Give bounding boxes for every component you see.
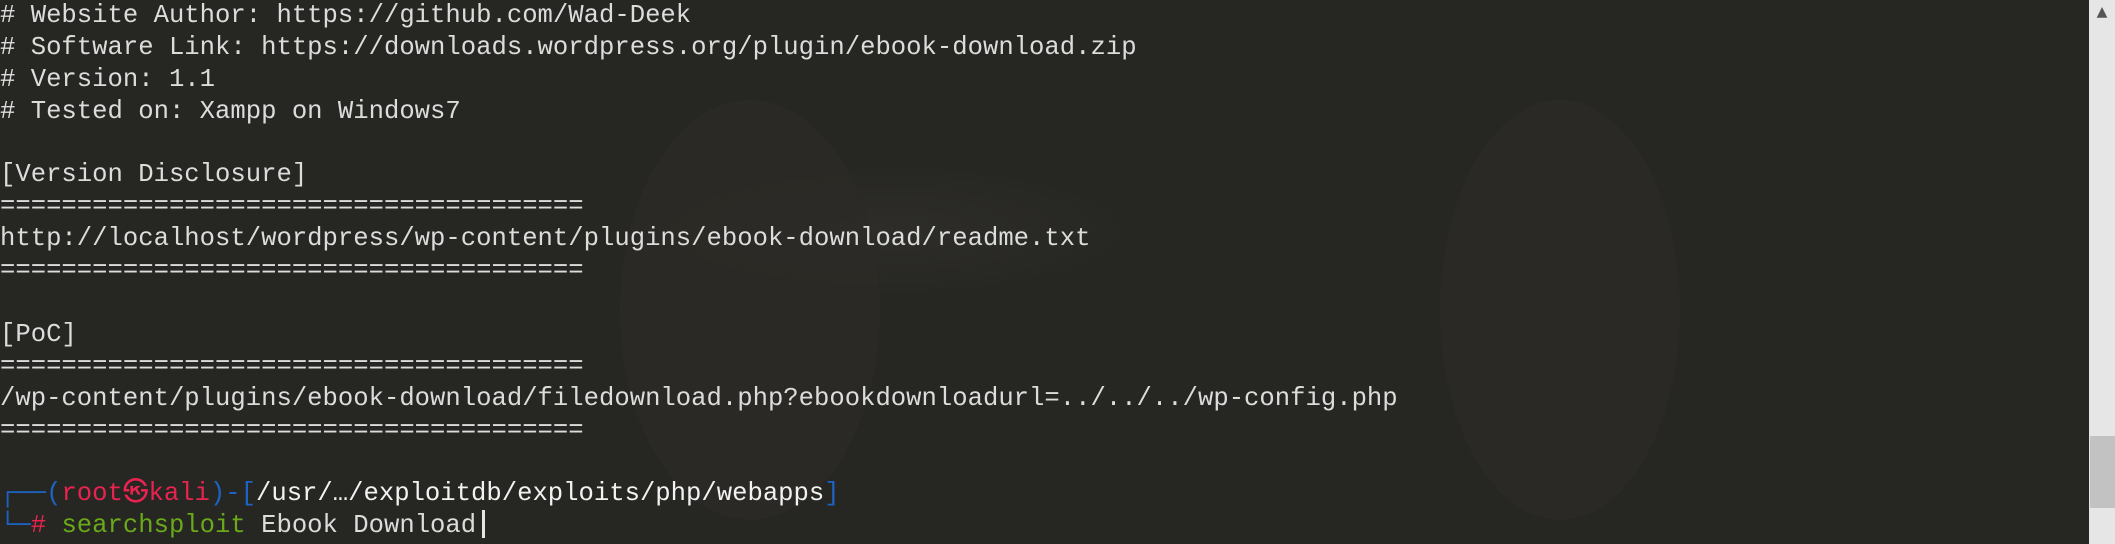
prompt-bracket: ]	[824, 479, 840, 509]
terminal-output: # Website Author: https://github.com/Wad…	[0, 0, 1398, 542]
output-line: http://localhost/wordpress/wp-content/pl…	[0, 224, 1091, 254]
output-line: [Version Disclosure]	[0, 160, 308, 190]
output-line: # Tested on: Xampp on Windows7	[0, 96, 461, 126]
terminal-window[interactable]: # Website Author: https://github.com/Wad…	[0, 0, 2089, 544]
prompt-hash: #	[30, 511, 47, 541]
scroll-up-arrow-icon[interactable]: ▲	[2089, 0, 2115, 26]
command-input-line[interactable]: └─# searchsploit Ebook Download	[0, 510, 1398, 542]
command-args: Ebook Download	[261, 511, 477, 541]
prompt-user-host: root㉿kali	[61, 479, 210, 509]
output-line: ======================================	[0, 192, 584, 222]
prompt-corner: └─	[0, 511, 31, 541]
scrollbar-thumb[interactable]	[2090, 436, 2115, 508]
background-wallpaper	[1440, 100, 1680, 520]
output-line: # Software Link: https://downloads.wordp…	[0, 32, 1137, 62]
prompt-separator: )-[	[209, 479, 256, 509]
prompt-cwd: /usr/…/exploitdb/exploits/php/webapps	[255, 479, 825, 509]
vertical-scrollbar[interactable]: ▲	[2089, 0, 2115, 544]
text-cursor	[482, 510, 486, 539]
command-name: searchsploit	[61, 511, 246, 541]
output-line: ======================================	[0, 415, 584, 445]
prompt-corner: ┌──(	[0, 479, 62, 509]
output-line: [PoC]	[0, 319, 77, 349]
output-line: # Website Author: https://github.com/Wad…	[0, 1, 692, 30]
prompt-line: ┌──(root㉿kali)-[/usr/…/exploitdb/exploit…	[0, 478, 1398, 510]
output-line: ======================================	[0, 256, 584, 286]
output-line: /wp-content/plugins/ebook-download/filed…	[0, 383, 1398, 413]
output-line: # Version: 1.1	[0, 64, 216, 94]
output-line: ======================================	[0, 351, 584, 381]
